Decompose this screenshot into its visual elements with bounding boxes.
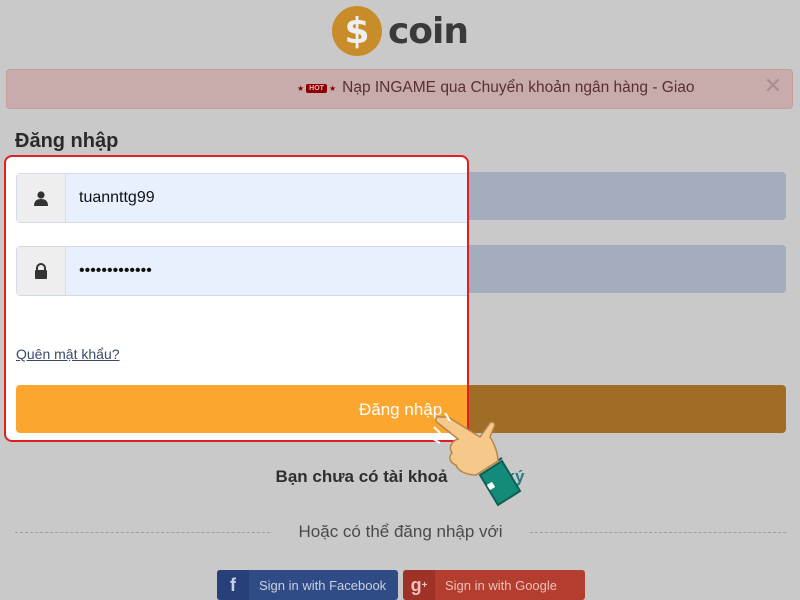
- announcement-banner: ★ HOT ★ Nạp INGAME qua Chuyển khoản ngân…: [6, 69, 793, 109]
- highlighted-login-form: Quên mật khẩu? Đăng nhập: [4, 155, 469, 442]
- signup-text: Bạn chưa có tài khoả: [275, 467, 448, 486]
- forgot-password-link[interactable]: Quên mật khẩu?: [16, 346, 120, 362]
- facebook-icon: f: [217, 570, 249, 600]
- password-input[interactable]: [79, 259, 459, 283]
- announcement-text: Nạp INGAME qua Chuyển khoản ngân hàng - …: [342, 79, 695, 96]
- user-icon: [17, 174, 66, 222]
- signup-prompt: Bạn chưa có tài khoả ký: [0, 467, 800, 487]
- username-field[interactable]: [16, 173, 467, 223]
- social-divider: Hoặc có thể đăng nhập với: [15, 522, 786, 542]
- page: $ coin ★ HOT ★ Nạp INGAME qua Chuyển kho…: [0, 0, 800, 600]
- lock-icon: [17, 247, 66, 295]
- hot-label: HOT: [306, 83, 327, 93]
- logo[interactable]: $ coin: [331, 6, 469, 56]
- google-signin-button[interactable]: g + Sign in with Google: [403, 570, 585, 600]
- close-icon[interactable]: ✕: [762, 75, 784, 97]
- coin-logo-icon: $: [331, 6, 382, 56]
- username-input[interactable]: [79, 186, 459, 210]
- page-title: Đăng nhập: [15, 130, 119, 152]
- facebook-signin-button[interactable]: f Sign in with Facebook: [217, 570, 398, 600]
- star-icon: ★: [297, 83, 305, 93]
- announcement-marquee: ★ HOT ★ Nạp INGAME qua Chuyển khoản ngân…: [297, 79, 695, 97]
- password-field[interactable]: [16, 246, 467, 296]
- login-button[interactable]: Đăng nhập: [16, 385, 467, 433]
- facebook-signin-label: Sign in with Facebook: [259, 577, 387, 593]
- hot-badge: ★ HOT ★: [297, 83, 337, 93]
- google-signin-label: Sign in with Google: [445, 577, 558, 593]
- logo-text: coin: [387, 10, 469, 52]
- pointing-hand-icon: [432, 413, 522, 507]
- star-icon: ★: [328, 83, 337, 93]
- divider-line-right: [530, 532, 786, 533]
- header: $ coin: [0, 0, 800, 62]
- google-plus-icon: g +: [403, 570, 435, 600]
